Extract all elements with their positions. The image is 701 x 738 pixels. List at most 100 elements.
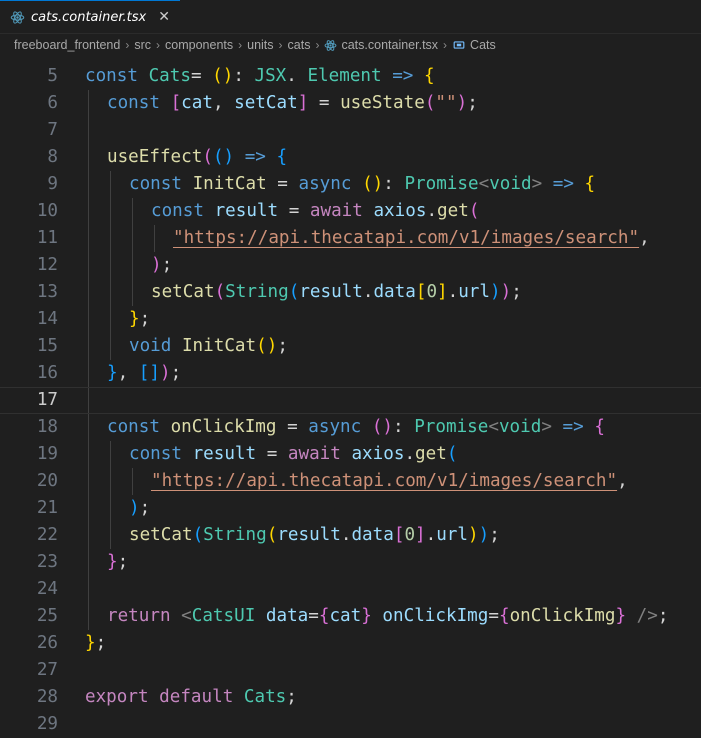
indent-guide xyxy=(110,468,111,495)
code-token: ( xyxy=(424,93,436,113)
code-line[interactable]: 23}; xyxy=(0,549,701,576)
breadcrumb-item-file[interactable]: cats.container.tsx xyxy=(341,38,438,52)
code-token: ( xyxy=(468,201,480,221)
breadcrumb-item-src[interactable]: src xyxy=(134,38,151,52)
code-line[interactable]: 27 xyxy=(0,657,701,684)
code-token: ) xyxy=(490,282,501,302)
react-file-icon xyxy=(10,10,25,25)
code-line[interactable]: 17 xyxy=(0,387,701,414)
close-icon[interactable]: ✕ xyxy=(158,9,170,25)
code-token: . xyxy=(404,444,416,464)
code-token: return xyxy=(107,606,182,626)
line-number: 22 xyxy=(36,525,58,545)
code-line[interactable]: 7 xyxy=(0,117,701,144)
code-line[interactable]: 11 "https://api.thecatapi.com/v1/images/s… xyxy=(0,225,701,252)
code-line[interactable]: 22 setCat(String(result.data[0].url)); xyxy=(0,522,701,549)
line-number: 18 xyxy=(36,417,58,437)
react-file-icon xyxy=(324,39,337,52)
code-token: , xyxy=(639,228,650,248)
code-line[interactable]: 8 useEffect(() => { xyxy=(0,144,701,171)
code-token: export xyxy=(85,687,160,707)
line-number: 19 xyxy=(36,444,58,464)
code-editor[interactable]: 5 const Cats= (): JSX. Element => {6 const… xyxy=(0,56,701,738)
code-line[interactable]: 16}, []); xyxy=(0,360,701,387)
code-line[interactable]: 12); xyxy=(0,252,701,279)
code-line[interactable]: 5 const Cats= (): JSX. Element => { xyxy=(0,63,701,90)
code-line[interactable]: 24 xyxy=(0,576,701,603)
indent-guide xyxy=(88,549,89,576)
indent-guide xyxy=(88,144,89,171)
code-token: < xyxy=(478,174,490,194)
code-line[interactable]: 28 export default Cats; xyxy=(0,684,701,711)
code-token: Promise xyxy=(414,417,489,437)
code-token: = xyxy=(190,66,213,86)
code-token: } xyxy=(615,606,627,626)
code-token: ; xyxy=(489,525,500,545)
indent-guide xyxy=(110,306,111,333)
code-token: CatsUI xyxy=(191,606,256,626)
indent-guide xyxy=(88,117,89,144)
line-number: 5 xyxy=(47,66,58,86)
code-token: ] xyxy=(415,525,426,545)
code-line[interactable]: 9 const InitCat = async (): Promise<void>… xyxy=(0,171,701,198)
code-line[interactable]: 19 const result = await axios.get( xyxy=(0,441,701,468)
code-token: = xyxy=(278,201,310,221)
code-token: > xyxy=(531,174,543,194)
code-token: ) xyxy=(478,525,490,545)
indent-guide xyxy=(88,468,89,495)
code-token: () xyxy=(256,336,278,356)
symbol-variable-icon xyxy=(452,39,466,51)
indent-guide xyxy=(88,441,89,468)
code-token: String xyxy=(203,525,267,545)
code-text: }, []); xyxy=(107,360,181,387)
line-number: 8 xyxy=(47,147,58,167)
code-token: /> xyxy=(626,606,658,626)
code-text: return <CatsUI data={cat} onClickImg={on… xyxy=(107,603,668,630)
tab-cats-container[interactable]: cats.container.tsx ✕ xyxy=(0,0,180,33)
code-token: { xyxy=(498,606,510,626)
indent-guide xyxy=(88,576,89,603)
code-token: : xyxy=(383,174,405,194)
line-number: 28 xyxy=(36,687,58,707)
code-line[interactable]: 10 const result = await axios.get( xyxy=(0,198,701,225)
code-token: result xyxy=(192,444,257,464)
code-line[interactable]: 15 void InitCat(); xyxy=(0,333,701,360)
indent-guide xyxy=(110,252,111,279)
indent-guide xyxy=(110,198,111,225)
code-token: data xyxy=(351,525,394,545)
code-token: = xyxy=(488,606,499,626)
code-token: async xyxy=(308,417,372,437)
code-line[interactable]: 13 setCat(String(result.data[0].url)); xyxy=(0,279,701,306)
code-line[interactable]: 20 "https://api.thecatapi.com/v1/images/s… xyxy=(0,468,701,495)
code-token: ; xyxy=(657,606,669,626)
breadcrumb-item-units[interactable]: units xyxy=(247,38,273,52)
code-line[interactable]: 6 const [cat, setCat] = useState(""); xyxy=(0,90,701,117)
indent-guide xyxy=(132,252,133,279)
line-number: 7 xyxy=(47,120,58,140)
code-token: ; xyxy=(117,552,129,572)
code-line[interactable]: 26}; xyxy=(0,630,701,657)
indent-guide xyxy=(88,388,89,413)
tab-label: cats.container.tsx xyxy=(31,9,147,25)
code-line[interactable]: 29 xyxy=(0,711,701,738)
code-token: ( xyxy=(214,282,226,302)
code-line[interactable]: 14}; xyxy=(0,306,701,333)
breadcrumb-item-components[interactable]: components xyxy=(165,38,233,52)
breadcrumb-item-cats[interactable]: cats xyxy=(288,38,311,52)
code-text: }; xyxy=(129,306,150,333)
code-text: const [cat, setCat] = useState(""); xyxy=(107,90,478,117)
breadcrumb-item-root[interactable]: freeboard_frontend xyxy=(14,38,120,52)
code-line[interactable]: 21); xyxy=(0,495,701,522)
code-token: { xyxy=(318,606,330,626)
code-token: ) xyxy=(456,93,468,113)
code-token: "https://api.thecatapi.com/v1/images/sea… xyxy=(173,228,640,248)
code-line[interactable]: 18 const onClickImg = async (): Promise<v… xyxy=(0,414,701,441)
code-text: const InitCat = async (): Promise<void> … xyxy=(129,171,595,198)
breadcrumb-item-symbol[interactable]: Cats xyxy=(470,38,496,52)
code-token: { xyxy=(276,147,288,167)
code-token: [ xyxy=(415,282,427,302)
code-line[interactable]: 25 return <CatsUI data={cat} onClickImg={… xyxy=(0,603,701,630)
code-token: get xyxy=(437,201,469,221)
code-token: [ xyxy=(170,93,182,113)
code-token: ; xyxy=(161,255,173,275)
